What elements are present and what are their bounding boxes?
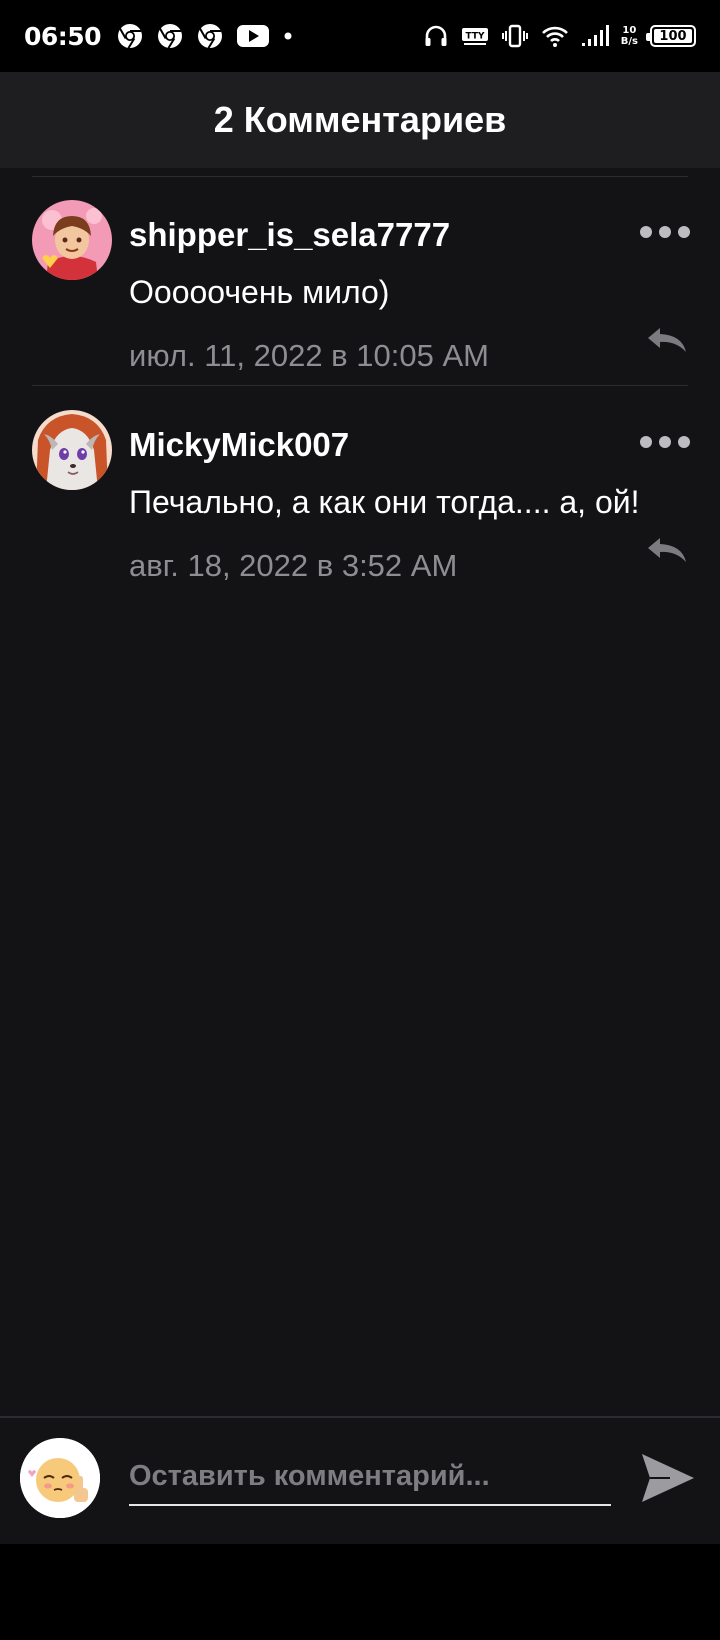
battery-icon: 100 <box>646 25 696 47</box>
comment-username[interactable]: MickyMick007 <box>129 426 349 464</box>
speed-unit: B/s <box>620 36 638 47</box>
vibrate-icon <box>501 23 529 49</box>
network-speed: 10 B/s <box>621 25 638 47</box>
notification-icons <box>117 23 293 49</box>
status-bar: 06:50 TTY 10 B/s 100 <box>0 0 720 72</box>
status-time: 06:50 <box>24 21 102 51</box>
comment-text: Ооооочень мило) <box>129 274 390 310</box>
comment-username[interactable]: shipper_is_sela7777 <box>129 216 450 254</box>
comment-text: Печально, а как они тогда.... а, ой! <box>129 484 640 520</box>
speed-value: 10 <box>622 25 637 36</box>
comment-item: shipper_is_sela7777 Ооооочень мило) июл.… <box>0 176 720 386</box>
comments-list[interactable]: shipper_is_sela7777 Ооооочень мило) июл.… <box>0 168 720 1416</box>
tty-label: TTY <box>465 32 484 42</box>
youtube-icon <box>237 24 270 48</box>
comment-timestamp: июл. 11, 2022 в 10:05 AM <box>129 338 489 373</box>
chrome-icon <box>197 23 223 49</box>
user-avatar[interactable] <box>32 410 112 490</box>
wifi-icon <box>541 24 569 48</box>
chrome-icon <box>157 23 183 49</box>
tty-icon: TTY <box>461 25 489 47</box>
battery-level: 100 <box>659 28 687 44</box>
reply-icon[interactable] <box>644 324 688 361</box>
reply-icon[interactable] <box>644 534 688 571</box>
system-icons: TTY 10 B/s 100 <box>423 23 696 49</box>
comment-input[interactable] <box>129 1448 611 1506</box>
dot-icon <box>283 31 293 41</box>
comment-timestamp: авг. 18, 2022 в 3:52 AM <box>129 548 458 583</box>
more-options-icon[interactable] <box>640 436 690 448</box>
current-user-avatar <box>20 1438 100 1518</box>
send-icon[interactable] <box>640 1452 696 1509</box>
headphones-icon <box>423 23 449 49</box>
comments-header: 2 Комментариев <box>0 72 720 168</box>
page-title: 2 Комментариев <box>213 99 507 140</box>
signal-icon <box>581 24 609 48</box>
chrome-icon <box>117 23 143 49</box>
user-avatar[interactable] <box>32 200 112 280</box>
more-options-icon[interactable] <box>640 226 690 238</box>
system-navigation-area <box>0 1544 720 1640</box>
comment-composer <box>0 1416 720 1544</box>
comment-item: MickyMick007 Печально, а как они тогда..… <box>0 386 720 596</box>
